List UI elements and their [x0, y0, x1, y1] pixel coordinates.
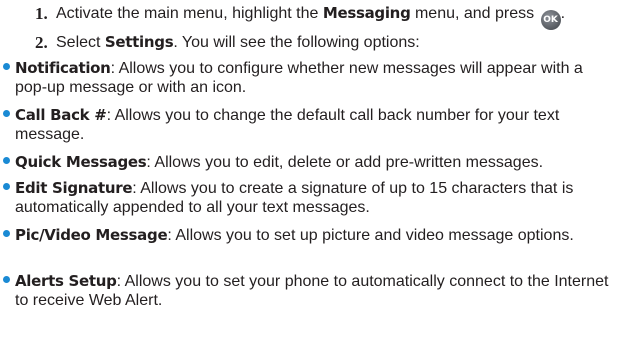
option-text: Call Back #: Allows you to change the de… — [15, 106, 615, 144]
option-text: Quick Messages: Allows you to edit, dele… — [15, 153, 615, 172]
bullet-icon — [3, 183, 10, 190]
option-term: Call Back # — [15, 106, 107, 124]
bullet-icon — [3, 110, 10, 117]
bullet-icon — [3, 63, 10, 70]
step-text: Activate the main menu, highlight the Me… — [56, 4, 565, 30]
step-number: 1. — [35, 4, 48, 23]
option-text: Edit Signature: Allows you to create a s… — [15, 179, 615, 217]
ok-key-icon: OK — [540, 10, 561, 30]
step-text: Select Settings. You will see the follow… — [56, 33, 420, 52]
option-term: Alerts Setup — [15, 272, 117, 290]
option-term: Edit Signature — [15, 179, 133, 197]
step-number: 2. — [35, 33, 48, 52]
messaging-menu-term: Messaging — [322, 4, 411, 22]
step-text-pre: Activate the main menu, highlight the — [56, 5, 323, 22]
step-text-post: menu, and press — [410, 5, 539, 22]
step-text-pre: Select — [56, 34, 105, 51]
option-term: Quick Messages — [15, 153, 147, 171]
bullet-icon — [3, 230, 10, 237]
option-term: Notification — [15, 59, 111, 77]
option-text: Notification: Allows you to configure wh… — [15, 59, 615, 97]
bullet-icon — [3, 157, 10, 164]
option-desc: : Allows you to set up picture and video… — [167, 227, 574, 244]
option-term: Pic/Video Message — [15, 226, 168, 244]
instruction-page: 1. Activate the main menu, highlight the… — [0, 0, 617, 356]
option-text: Pic/Video Message: Allows you to set up … — [15, 226, 615, 245]
step-text-end: . — [560, 5, 566, 22]
bullet-icon — [3, 276, 10, 283]
step-text-post: . You will see the following options: — [173, 34, 420, 51]
option-text: Alerts Setup: Allows you to set your pho… — [15, 272, 615, 310]
settings-term: Settings — [104, 33, 174, 51]
option-desc: : Allows you to edit, delete or add pre-… — [146, 154, 544, 171]
